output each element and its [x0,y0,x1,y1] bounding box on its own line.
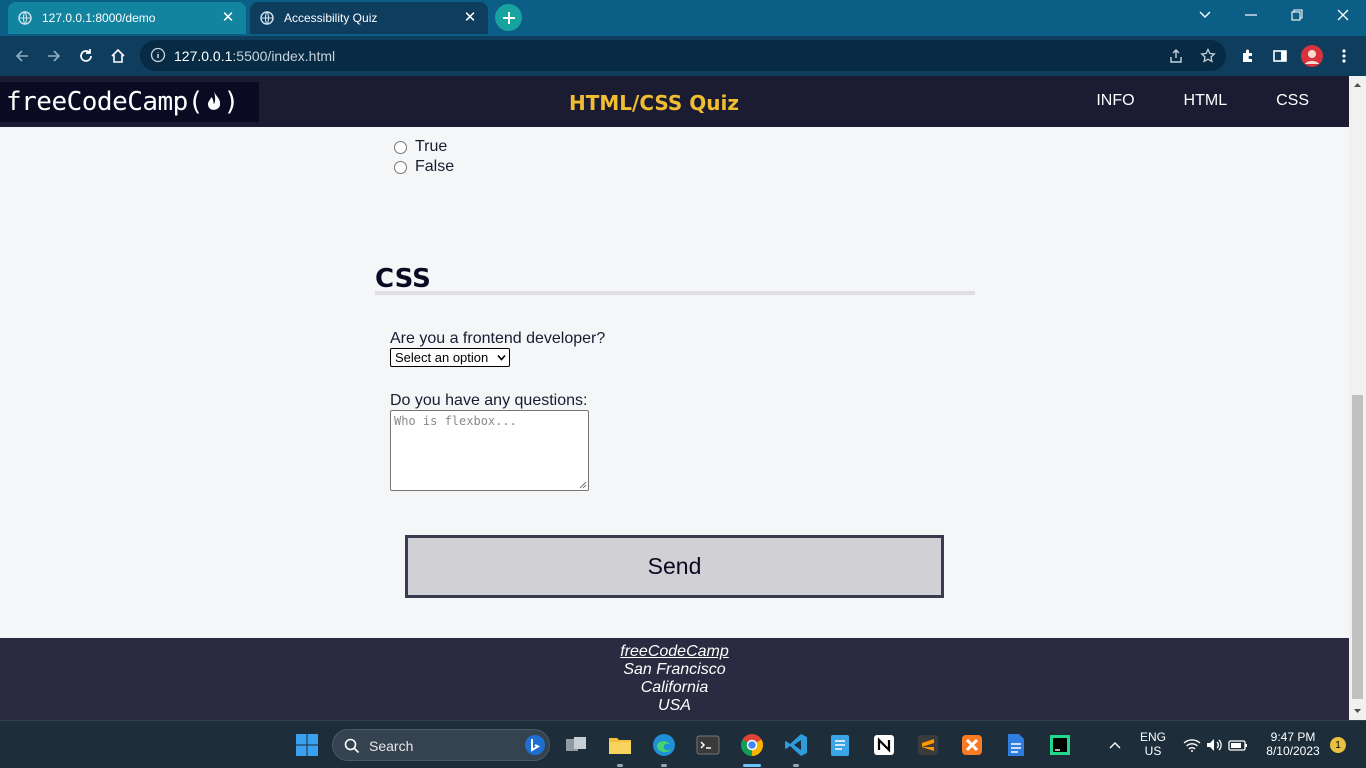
footer-line: USA [658,697,691,714]
star-icon [1200,48,1216,63]
browser-tab-bar: 127.0.0.1:8000/demo ✕ Accessibility Quiz… [0,0,1366,36]
info-icon [150,47,166,63]
nav-html[interactable]: HTML [1184,92,1228,110]
questions-label: Do you have any questions: [390,392,588,409]
document-icon[interactable] [1004,733,1028,757]
notepad-icon[interactable] [828,733,852,757]
close-icon [1337,9,1349,21]
wifi-icon[interactable] [1180,733,1204,757]
os-taskbar: Search ENG US 9:47 PM 8/10/2023 1 [0,720,1366,768]
language-indicator[interactable]: ENG US [1138,730,1168,758]
radio-label: False [415,158,455,175]
scroll-up-icon [1354,83,1361,87]
reload-button[interactable] [74,44,98,68]
edge-icon[interactable] [652,733,676,757]
vscode-icon[interactable] [784,733,808,757]
tray-overflow-icon[interactable] [1103,733,1127,757]
side-panel-button[interactable] [1268,44,1292,68]
radio-option-false[interactable]: False [394,158,454,176]
terminal-icon[interactable] [696,733,720,757]
close-icon[interactable]: ✕ [220,10,236,26]
scrollbar-thumb[interactable] [1352,395,1363,699]
chrome-icon[interactable] [740,733,764,757]
clock[interactable]: 9:47 PM 8/10/2023 [1258,730,1328,758]
footer-line: California [640,679,709,696]
minimize-button[interactable] [1228,0,1274,30]
web-page: freeCodeCamp ( ) HTML/CSS Quiz INFO HTML… [0,76,1349,720]
browser-toolbar: 127.0.0.1:5500/index.html [0,36,1366,76]
arrow-right-icon [48,50,61,62]
globe-icon [18,11,32,25]
avatar-icon [1301,45,1323,67]
textarea-placeholder: Who is flexbox... [394,414,517,428]
tab-accessibility-quiz[interactable]: Accessibility Quiz ✕ [250,2,488,34]
send-button[interactable]: Send [405,535,944,598]
tab-title: Accessibility Quiz [284,11,378,25]
battery-icon[interactable] [1226,733,1250,757]
address-bar[interactable]: 127.0.0.1:5500/index.html [140,40,1226,71]
chevron-down-icon [497,354,506,361]
start-button[interactable] [295,733,319,757]
questions-textarea[interactable]: Who is flexbox... [390,410,589,491]
tab-demo[interactable]: 127.0.0.1:8000/demo ✕ [8,2,246,34]
sublime-text-icon[interactable] [916,733,940,757]
more-vertical-icon [1342,49,1346,63]
file-explorer-icon[interactable] [608,733,632,757]
new-tab-button[interactable] [495,4,522,31]
nav-css[interactable]: CSS [1276,92,1309,110]
taskbar-search[interactable]: Search [332,729,550,761]
profile-avatar[interactable] [1300,44,1324,68]
home-icon [111,48,125,63]
notion-icon[interactable] [872,733,896,757]
arrow-left-icon [15,50,28,62]
frontend-question-label: Are you a frontend developer? [390,330,606,347]
browser-menu-button[interactable] [1332,44,1356,68]
chevron-down-icon [1199,11,1211,18]
page-scrollbar[interactable] [1349,76,1366,720]
volume-icon[interactable] [1203,733,1227,757]
task-view-icon[interactable] [564,733,588,757]
radio-option-true[interactable]: True [394,138,447,156]
tab-title: 127.0.0.1:8000/demo [42,11,156,25]
pycharm-icon[interactable] [1048,733,1072,757]
resize-grip-icon [579,481,587,489]
footer-link[interactable]: freeCodeCamp [620,643,729,660]
forward-button[interactable] [42,44,66,68]
xampp-icon[interactable] [960,733,984,757]
extensions-button[interactable] [1236,44,1260,68]
radio-label: True [415,138,448,155]
puzzle-icon [1243,49,1252,62]
restore-button[interactable] [1274,0,1320,30]
reload-icon [80,49,92,62]
tab-search-button[interactable] [1182,0,1228,30]
section-title-css: CSS [375,264,431,294]
side-panel-icon [1273,50,1287,62]
section-divider [375,291,975,295]
close-window-button[interactable] [1320,0,1366,30]
windows-icon [296,734,318,756]
globe-icon [260,11,274,25]
url-text: 127.0.0.1:5500/index.html [174,48,336,64]
close-icon[interactable]: ✕ [462,10,478,26]
minimize-icon [1245,14,1257,16]
main-nav: INFO HTML CSS [1047,92,1309,110]
bing-icon [525,735,545,755]
site-footer: freeCodeCamp San Francisco California US… [0,638,1349,720]
home-button[interactable] [106,44,130,68]
site-header: freeCodeCamp ( ) HTML/CSS Quiz INFO HTML… [0,76,1349,127]
restore-icon [1291,9,1303,21]
radio-button[interactable] [394,140,407,154]
back-button[interactable] [10,44,34,68]
search-icon [344,738,360,754]
radio-button[interactable] [394,160,407,174]
frontend-select[interactable]: Select an option [390,348,510,367]
nav-info[interactable]: INFO [1096,92,1134,110]
share-icon [1170,49,1182,63]
footer-line: San Francisco [623,661,726,678]
scroll-down-icon [1354,709,1361,713]
notification-badge[interactable]: 1 [1330,737,1346,753]
plus-icon [502,11,515,24]
